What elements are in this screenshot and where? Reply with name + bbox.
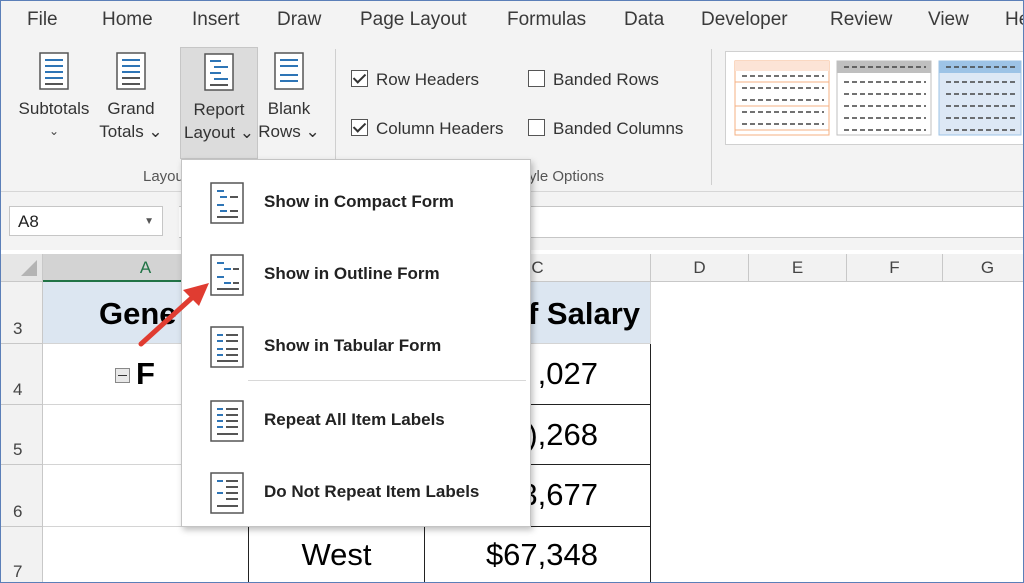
pivot-style-gray[interactable] (836, 60, 932, 136)
tab-developer[interactable]: Developer (701, 9, 788, 31)
ribbon-tabs: File Home Insert Draw Page Layout Formul… (1, 1, 1023, 41)
column-header-g[interactable]: G (943, 254, 1023, 282)
cell-a7[interactable] (43, 527, 249, 582)
menu-item-label: Repeat All Item Labels (264, 410, 445, 429)
menu-item-tabular-form[interactable]: Show in Tabular Form (182, 314, 530, 378)
column-headers-label: Column Headers (376, 119, 504, 138)
menu-item-label: Show in Outline Form (264, 264, 440, 283)
tab-view[interactable]: View (928, 9, 969, 31)
no-repeat-labels-icon (210, 472, 244, 514)
subtotals-label: Subtotals (18, 99, 90, 118)
row-headers-label: Row Headers (376, 70, 479, 89)
column-header-f[interactable]: F (847, 254, 943, 282)
cell-b7[interactable]: West (249, 527, 425, 582)
compact-form-icon (210, 182, 244, 224)
menu-item-label: Show in Compact Form (264, 192, 454, 211)
chevron-down-icon[interactable]: ▼ (144, 207, 154, 237)
blank-rows-button[interactable]: Blank Rows ⌄ (255, 47, 323, 157)
menu-divider (248, 380, 526, 381)
tab-formulas[interactable]: Formulas (507, 9, 586, 31)
blank-rows-icon (274, 52, 304, 90)
chevron-down-icon: ⌄ (48, 124, 60, 138)
collapse-minus-icon[interactable] (115, 368, 130, 384)
select-all-triangle-icon (21, 260, 37, 276)
report-layout-button[interactable]: Report Layout ⌄ (180, 47, 258, 159)
menu-item-repeat-all-item-labels[interactable]: Repeat All Item Labels (182, 388, 530, 452)
row-headers-checkbox[interactable]: Row Headers (351, 70, 479, 90)
banded-columns-checkbox[interactable]: Banded Columns (528, 119, 683, 139)
report-layout-dropdown: Show in Compact Form Show in Outline For… (181, 159, 531, 527)
subtotals-icon (39, 52, 69, 90)
menu-item-compact-form[interactable]: Show in Compact Form (182, 170, 530, 234)
menu-item-label: Show in Tabular Form (264, 336, 442, 355)
subtotals-button[interactable]: Subtotals ⌄ (11, 47, 97, 157)
pivot-style-gallery (725, 51, 1023, 145)
blank-rows-label-2: Rows ⌄ (258, 122, 320, 141)
banded-rows-label: Banded Rows (553, 70, 659, 89)
pivot-style-orange[interactable] (734, 60, 830, 136)
grand-totals-label-1: Grand (107, 99, 155, 118)
row-header-6[interactable]: 6 (1, 465, 43, 527)
repeat-labels-icon (210, 400, 244, 442)
checkbox-checked-icon (351, 119, 368, 136)
excel-window: File Home Insert Draw Page Layout Formul… (0, 0, 1024, 583)
tab-help[interactable]: He (1005, 9, 1023, 31)
tab-page-layout[interactable]: Page Layout (360, 9, 467, 31)
outline-form-icon (210, 254, 244, 296)
checkbox-unchecked-icon (528, 119, 545, 136)
tab-file[interactable]: File (27, 9, 58, 31)
cell-a4-text: F (136, 356, 155, 391)
row-header-4[interactable]: 4 (1, 344, 43, 405)
banded-rows-checkbox[interactable]: Banded Rows (528, 70, 659, 90)
column-header-d[interactable]: D (651, 254, 749, 282)
report-layout-icon (204, 53, 234, 91)
blank-rows-label-1: Blank (267, 99, 311, 118)
name-box-value: A8 (18, 212, 39, 231)
banded-columns-label: Banded Columns (553, 119, 684, 138)
tabular-form-icon (210, 326, 244, 368)
report-layout-label-1: Report (193, 100, 245, 119)
report-layout-label-2: Layout ⌄ (183, 123, 254, 142)
ribbon-divider (711, 49, 712, 185)
menu-item-outline-form[interactable]: Show in Outline Form (182, 242, 530, 306)
tab-insert[interactable]: Insert (192, 9, 240, 31)
row-header-3[interactable]: 3 (1, 282, 43, 344)
column-header-e[interactable]: E (749, 254, 847, 282)
tab-review[interactable]: Review (830, 9, 892, 31)
tab-home[interactable]: Home (102, 9, 153, 31)
tab-draw[interactable]: Draw (277, 9, 321, 31)
tab-data[interactable]: Data (624, 9, 664, 31)
checkbox-checked-icon (351, 70, 368, 87)
menu-item-label: Do Not Repeat Item Labels (264, 482, 480, 501)
cell-c7[interactable]: $67,348 (425, 527, 651, 582)
checkbox-unchecked-icon (528, 70, 545, 87)
grand-totals-label-2: Totals ⌄ (99, 122, 163, 141)
select-all-corner[interactable] (1, 254, 43, 282)
layout-group-label: Layou (143, 168, 184, 185)
row-header-7[interactable]: 7 (1, 527, 43, 582)
grand-totals-button[interactable]: Grand Totals ⌄ (95, 47, 167, 157)
style-options-group-label: yle Options (529, 168, 605, 185)
row-header-5[interactable]: 5 (1, 405, 43, 465)
menu-item-do-not-repeat-item-labels[interactable]: Do Not Repeat Item Labels (182, 460, 530, 524)
name-box[interactable]: A8 ▼ (9, 206, 163, 236)
column-headers-checkbox[interactable]: Column Headers (351, 119, 504, 139)
grand-totals-icon (116, 52, 146, 90)
pivot-style-blue[interactable] (938, 60, 1022, 136)
